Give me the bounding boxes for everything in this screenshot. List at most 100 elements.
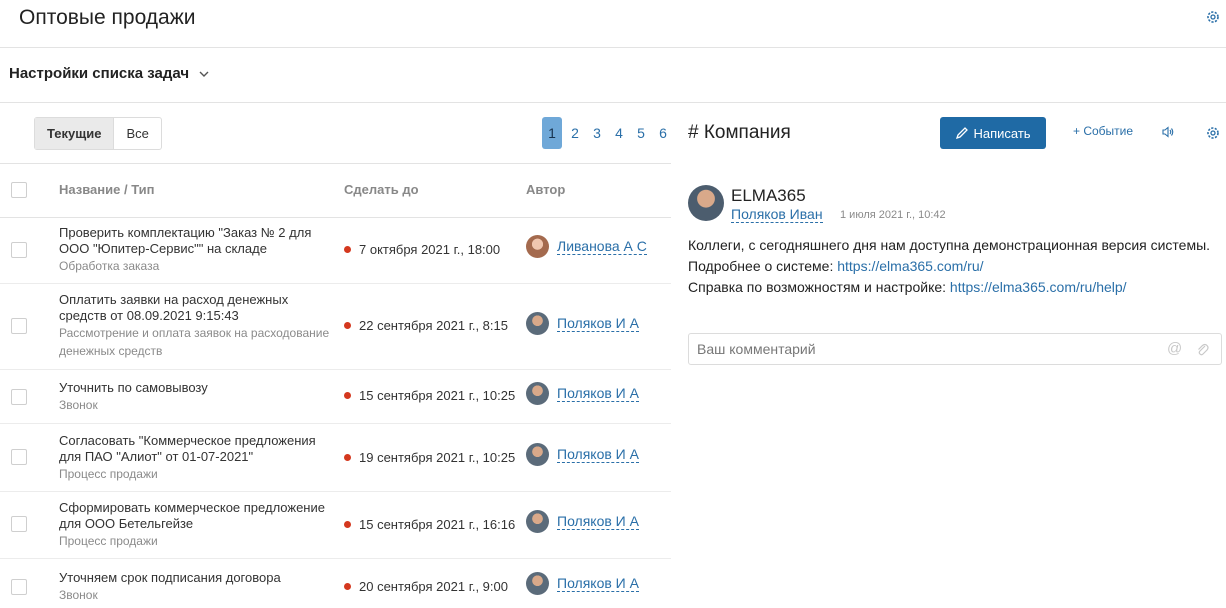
task-list-settings-dropdown[interactable]: Настройки списка задач — [9, 65, 189, 82]
write-post-label: Написать — [973, 125, 1031, 141]
row-checkbox[interactable] — [11, 449, 27, 465]
avatar[interactable] — [526, 312, 549, 335]
row-checkbox[interactable] — [11, 318, 27, 334]
avatar[interactable] — [526, 510, 549, 533]
row-checkbox[interactable] — [11, 389, 27, 405]
speaker-icon[interactable] — [1161, 125, 1175, 139]
row-checkbox[interactable] — [11, 242, 27, 258]
table-row[interactable]: Уточнить по самовывозу Звонок 15 сентябр… — [0, 370, 671, 424]
tab-all[interactable]: Все — [114, 118, 160, 149]
due-date-text: 22 сентября 2021 г., 8:15 — [359, 318, 508, 333]
avatar[interactable] — [526, 443, 549, 466]
page-2[interactable]: 2 — [564, 117, 586, 149]
avatar[interactable] — [526, 382, 549, 405]
due-date-text: 7 октября 2021 г., 18:00 — [359, 242, 501, 257]
table-row[interactable]: Сформировать коммерческое предложение дл… — [0, 492, 671, 559]
task-title[interactable]: Согласовать "Коммерческое предложения дл… — [59, 433, 316, 464]
task-author[interactable]: Поляков И А — [526, 312, 639, 335]
task-name[interactable]: Проверить комплектацию "Заказ № 2 для ОО… — [59, 225, 334, 275]
overdue-dot-icon — [344, 583, 351, 590]
task-author[interactable]: Поляков И А — [526, 572, 639, 595]
tab-current[interactable]: Текущие — [35, 118, 115, 149]
table-row[interactable]: Уточняем срок подписания договора Звонок… — [0, 559, 671, 608]
pagination: 1 2 3 4 5 6 — [542, 117, 674, 149]
overdue-dot-icon — [344, 454, 351, 461]
task-type: Звонок — [59, 588, 98, 602]
post-body: Коллеги, с сегодняшнего дня нам доступна… — [688, 235, 1224, 298]
gear-icon[interactable] — [1205, 125, 1221, 141]
avatar[interactable] — [526, 235, 549, 258]
task-title[interactable]: Оплатить заявки на расход денежных средс… — [59, 292, 288, 323]
author-name[interactable]: Поляков И А — [557, 575, 639, 592]
gear-icon[interactable] — [1205, 9, 1221, 25]
task-name[interactable]: Оплатить заявки на расход денежных средс… — [59, 292, 334, 360]
task-type: Процесс продажи — [59, 534, 158, 548]
row-checkbox[interactable] — [11, 579, 27, 595]
due-date: 7 октября 2021 г., 18:00 — [344, 242, 500, 257]
avatar[interactable] — [688, 185, 724, 221]
due-date: 20 сентября 2021 г., 9:00 — [344, 579, 508, 594]
due-date-text: 15 сентября 2021 г., 10:25 — [359, 388, 516, 403]
task-name[interactable]: Согласовать "Коммерческое предложения дл… — [59, 433, 334, 483]
author-name[interactable]: Поляков И А — [557, 513, 639, 530]
post-link[interactable]: https://elma365.com/ru/help/ — [950, 279, 1127, 295]
task-title[interactable]: Уточнить по самовывозу — [59, 380, 208, 395]
due-date-text: 15 сентября 2021 г., 16:16 — [359, 517, 516, 532]
table-row[interactable]: Проверить комплектацию "Заказ № 2 для ОО… — [0, 218, 671, 284]
comment-input[interactable] — [689, 334, 1149, 364]
page-title: Оптовые продажи — [19, 6, 196, 29]
author-name[interactable]: Поляков И А — [557, 385, 639, 402]
page-6[interactable]: 6 — [652, 117, 674, 149]
due-date: 19 сентября 2021 г., 10:25 — [344, 450, 515, 465]
author-name[interactable]: Ливанова А С — [557, 238, 647, 255]
due-date: 15 сентября 2021 г., 16:16 — [344, 517, 515, 532]
due-date-text: 19 сентября 2021 г., 10:25 — [359, 450, 516, 465]
page-3[interactable]: 3 — [586, 117, 608, 149]
add-event-button[interactable]: + Событие — [1073, 124, 1133, 138]
write-post-button[interactable]: Написать — [940, 117, 1046, 149]
due-date: 15 сентября 2021 г., 10:25 — [344, 388, 515, 403]
post-user-link[interactable]: Поляков Иван — [731, 206, 823, 223]
task-title[interactable]: Сформировать коммерческое предложение дл… — [59, 500, 325, 531]
post-link[interactable]: https://elma365.com/ru/ — [837, 258, 983, 274]
task-author[interactable]: Ливанова А С — [526, 235, 647, 258]
mention-icon[interactable]: @ — [1167, 340, 1182, 357]
author-name[interactable]: Поляков И А — [557, 446, 639, 463]
page-4[interactable]: 4 — [608, 117, 630, 149]
table-row[interactable]: Оплатить заявки на расход денежных средс… — [0, 284, 671, 370]
task-title[interactable]: Проверить комплектацию "Заказ № 2 для ОО… — [59, 225, 311, 256]
select-all-checkbox[interactable] — [11, 182, 27, 198]
column-header-name[interactable]: Название / Тип — [59, 182, 155, 197]
task-name[interactable]: Сформировать коммерческое предложение дл… — [59, 500, 334, 550]
post-date: 1 июля 2021 г., 10:42 — [840, 209, 946, 221]
overdue-dot-icon — [344, 392, 351, 399]
author-name[interactable]: Поляков И А — [557, 315, 639, 332]
task-author[interactable]: Поляков И А — [526, 443, 639, 466]
due-date: 22 сентября 2021 г., 8:15 — [344, 318, 508, 333]
overdue-dot-icon — [344, 322, 351, 329]
column-header-due[interactable]: Сделать до — [344, 182, 419, 197]
pencil-icon — [956, 127, 969, 140]
task-name[interactable]: Уточнить по самовывозу Звонок — [59, 380, 334, 414]
post-author: ELMA365 — [731, 186, 806, 205]
task-type: Рассмотрение и оплата заявок на расходов… — [59, 326, 330, 358]
post-line: Коллеги, с сегодняшнего дня нам доступна… — [688, 237, 1211, 253]
comment-box[interactable]: @ — [688, 333, 1222, 365]
task-author[interactable]: Поляков И А — [526, 382, 639, 405]
post-line-text: Справка по возможностям и настройке: — [688, 279, 950, 295]
task-author[interactable]: Поляков И А — [526, 510, 639, 533]
table-row[interactable]: Согласовать "Коммерческое предложения дл… — [0, 424, 671, 492]
task-filter-tabs: Текущие Все — [34, 117, 162, 150]
avatar[interactable] — [526, 572, 549, 595]
page-1[interactable]: 1 — [542, 117, 562, 149]
task-type: Обработка заказа — [59, 259, 160, 273]
attach-icon[interactable] — [1195, 341, 1209, 357]
column-header-author[interactable]: Автор — [526, 182, 565, 197]
task-title[interactable]: Уточняем срок подписания договора — [59, 570, 281, 585]
post-line: Справка по возможностям и настройке: htt… — [688, 277, 1224, 298]
chevron-down-icon[interactable] — [198, 68, 210, 80]
task-name[interactable]: Уточняем срок подписания договора Звонок — [59, 570, 334, 604]
post-line-text: Подробнее о системе: — [688, 258, 838, 274]
row-checkbox[interactable] — [11, 516, 27, 532]
page-5[interactable]: 5 — [630, 117, 652, 149]
